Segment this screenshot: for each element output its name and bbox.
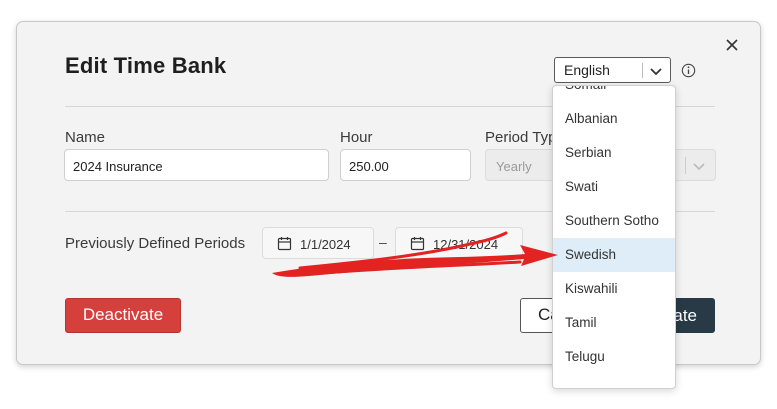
language-option[interactable]: Kiswahili — [553, 272, 675, 306]
period-type-value: Yearly — [496, 159, 532, 174]
hour-label: Hour — [340, 129, 373, 146]
deactivate-button[interactable]: Deactivate — [65, 298, 181, 333]
chevron-down-icon[interactable] — [648, 63, 664, 79]
period-start-text: 1/1/2024 — [300, 237, 351, 252]
language-option[interactable]: Somali — [553, 86, 675, 102]
hour-input[interactable]: 250.00 — [340, 149, 471, 181]
language-option[interactable]: Albanian — [553, 102, 675, 136]
language-dropdown-menu[interactable]: Somali Albanian Serbian Swati Southern S… — [552, 85, 676, 389]
name-label: Name — [65, 129, 106, 146]
calendar-icon — [410, 237, 425, 251]
previous-periods-label: Previously Defined Periods — [65, 235, 246, 252]
info-icon[interactable] — [681, 63, 696, 78]
dialog-title: Edit Time Bank — [65, 53, 227, 78]
period-end-date[interactable]: 12/31/2024 — [395, 227, 523, 259]
close-icon[interactable] — [723, 36, 741, 54]
language-option[interactable]: Southern Sotho — [553, 204, 675, 238]
language-select-separator — [642, 63, 643, 78]
period-end-text: 12/31/2024 — [433, 237, 499, 252]
language-option[interactable]: Swati — [553, 170, 675, 204]
language-select-value: English — [564, 62, 610, 78]
date-range-separator: – — [379, 234, 387, 250]
chevron-down-icon — [693, 163, 705, 171]
language-option-highlighted[interactable]: Swedish — [553, 238, 675, 272]
calendar-icon — [277, 237, 292, 251]
period-type-separator — [685, 157, 686, 174]
language-option-list: Somali Albanian Serbian Swati Southern S… — [553, 86, 675, 374]
language-option[interactable]: Telugu — [553, 340, 675, 374]
period-start-date[interactable]: 1/1/2024 — [262, 227, 374, 259]
language-option[interactable]: Serbian — [553, 136, 675, 170]
language-select[interactable]: English — [554, 57, 671, 83]
name-input[interactable]: 2024 Insurance — [64, 149, 329, 181]
language-option[interactable]: Tamil — [553, 306, 675, 340]
